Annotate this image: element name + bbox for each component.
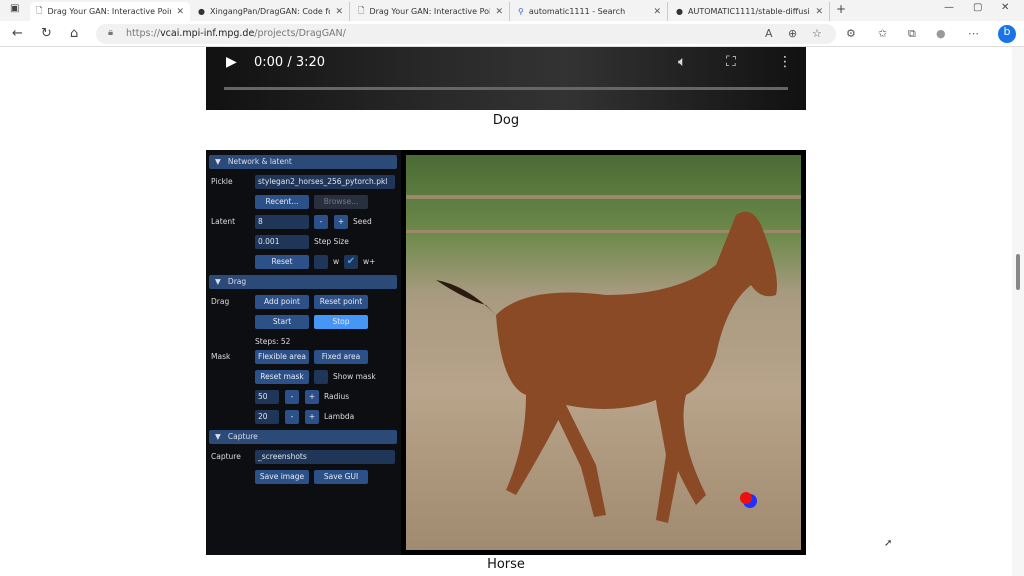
horse-illustration (406, 195, 801, 523)
profile-avatar[interactable]: ● (936, 27, 946, 40)
tab-2[interactable]: ● XingangPan/DragGAN: Code for ✕ (192, 2, 350, 21)
new-tab-button[interactable]: + (836, 2, 846, 16)
lambda-plus-button[interactable]: + (305, 410, 319, 424)
page-scrollbar[interactable] (1012, 47, 1024, 576)
start-button[interactable]: Start (255, 315, 309, 329)
video-player[interactable]: ▶ 0:00 / 3:20 🔈︎ ⛶ ⋮ (206, 47, 806, 110)
section-drag[interactable]: ▼ Drag (209, 275, 397, 289)
radius-plus-button[interactable]: + (305, 390, 319, 404)
volume-icon[interactable]: 🔈︎ (678, 54, 686, 70)
step-size-input[interactable]: 0.001 (255, 235, 309, 249)
fixed-area-button[interactable]: Fixed area (314, 350, 368, 364)
github-icon: ● (198, 7, 205, 16)
home-icon[interactable]: ⌂ (70, 26, 78, 41)
tab-actions-icon[interactable]: ▣ (10, 3, 19, 14)
flexible-area-button[interactable]: Flexible area (255, 350, 309, 364)
tab-1[interactable]: 🗋 Drag Your GAN: Interactive Point ✕ (30, 2, 190, 21)
steps-count: Steps: 52 (255, 337, 291, 346)
page-icon: 🗋 (358, 5, 365, 15)
seed-minus-button[interactable]: - (314, 215, 328, 229)
close-tab-icon[interactable]: ✕ (176, 7, 184, 17)
reset-button[interactable]: Reset (255, 255, 309, 269)
page-icon: 🗋 (36, 5, 43, 15)
generated-horse-image[interactable] (406, 155, 801, 550)
recent-button[interactable]: Recent... (255, 195, 309, 209)
github-icon: ● (676, 7, 683, 16)
read-aloud-icon[interactable]: A (765, 27, 773, 40)
close-window-button[interactable]: ✕ (1001, 2, 1009, 13)
page-content: ▶ 0:00 / 3:20 🔈︎ ⛶ ⋮ Dog ▼ Network & lat… (0, 47, 1012, 576)
gui-panel: ▼ Network & latent Pickle stylegan2_hors… (206, 150, 401, 555)
maximize-button[interactable]: ▢ (973, 2, 982, 13)
caption-horse: Horse (487, 557, 525, 572)
search-icon: ⚲ (518, 7, 524, 16)
collections-icon[interactable]: ⧉ (908, 27, 916, 41)
w-checkbox[interactable] (314, 255, 328, 269)
close-tab-icon[interactable]: ✕ (815, 7, 823, 17)
scrollbar-thumb[interactable] (1016, 254, 1020, 290)
video-time: 0:00 / 3:20 (254, 55, 326, 70)
browse-button[interactable]: Browse... (314, 195, 368, 209)
show-mask-checkbox[interactable] (314, 370, 328, 384)
reset-mask-button[interactable]: Reset mask (255, 370, 309, 384)
stop-button[interactable]: Stop (314, 315, 368, 329)
video-progress[interactable] (224, 87, 788, 90)
minimize-button[interactable]: — (944, 2, 954, 13)
pickle-input[interactable]: stylegan2_horses_256_pytorch.pkl (255, 175, 395, 189)
section-capture[interactable]: ▼ Capture (209, 430, 397, 444)
bing-icon[interactable]: b (998, 25, 1016, 43)
save-gui-button[interactable]: Save GUI (314, 470, 368, 484)
back-icon[interactable]: ← (12, 26, 23, 41)
checkmark-icon: ✔ (346, 256, 356, 267)
address-bar-row: ← ↻ ⌂ 🔒︎ https://vcai.mpi-inf.mpg.de/proj… (0, 21, 1024, 47)
tab-bar: ▣ 🗋 Drag Your GAN: Interactive Point ✕ ● Xi… (0, 0, 1024, 21)
more-icon[interactable]: ⋯ (968, 27, 979, 40)
url-input[interactable]: 🔒︎ https://vcai.mpi-inf.mpg.de/projects/D… (96, 24, 836, 44)
close-tab-icon[interactable]: ✕ (495, 7, 503, 17)
close-tab-icon[interactable]: ✕ (335, 7, 343, 17)
reset-point-button[interactable]: Reset point (314, 295, 368, 309)
mouse-cursor-icon: ➚ (884, 538, 893, 549)
fullscreen-icon[interactable]: ⛶ (726, 54, 736, 70)
play-icon[interactable]: ▶ (226, 54, 237, 70)
radius-minus-button[interactable]: - (285, 390, 299, 404)
seed-input[interactable]: 8 (255, 215, 309, 229)
zoom-icon[interactable]: ⊕ (788, 27, 797, 40)
close-tab-icon[interactable]: ✕ (653, 7, 661, 17)
favorite-icon[interactable]: ☆ (812, 27, 822, 40)
section-network[interactable]: ▼ Network & latent (209, 155, 397, 169)
refresh-icon[interactable]: ↻ (41, 26, 52, 41)
favorites-icon[interactable]: ✩ (878, 27, 887, 40)
lambda-minus-button[interactable]: - (285, 410, 299, 424)
lambda-input[interactable]: 20 (255, 410, 279, 424)
tab-4[interactable]: ⚲ automatic1111 - Search ✕ (512, 2, 668, 21)
draggan-demo: ▼ Network & latent Pickle stylegan2_hors… (206, 150, 806, 555)
add-point-button[interactable]: Add point (255, 295, 309, 309)
capture-input[interactable]: _screenshots (255, 450, 395, 464)
wplus-checkbox[interactable]: ✔ (344, 255, 358, 269)
extensions-icon[interactable]: ⚙ (846, 27, 856, 40)
seed-plus-button[interactable]: + (334, 215, 348, 229)
caption-dog: Dog (492, 113, 520, 128)
more-options-icon[interactable]: ⋮ (778, 54, 792, 70)
radius-input[interactable]: 50 (255, 390, 279, 404)
save-image-button[interactable]: Save image (255, 470, 309, 484)
lock-icon: 🔒︎ (108, 27, 114, 38)
tab-5[interactable]: ● AUTOMATIC1111/stable-diffusio ✕ (670, 2, 830, 21)
tab-3[interactable]: 🗋 Drag Your GAN: Interactive Point ✕ (352, 2, 510, 21)
